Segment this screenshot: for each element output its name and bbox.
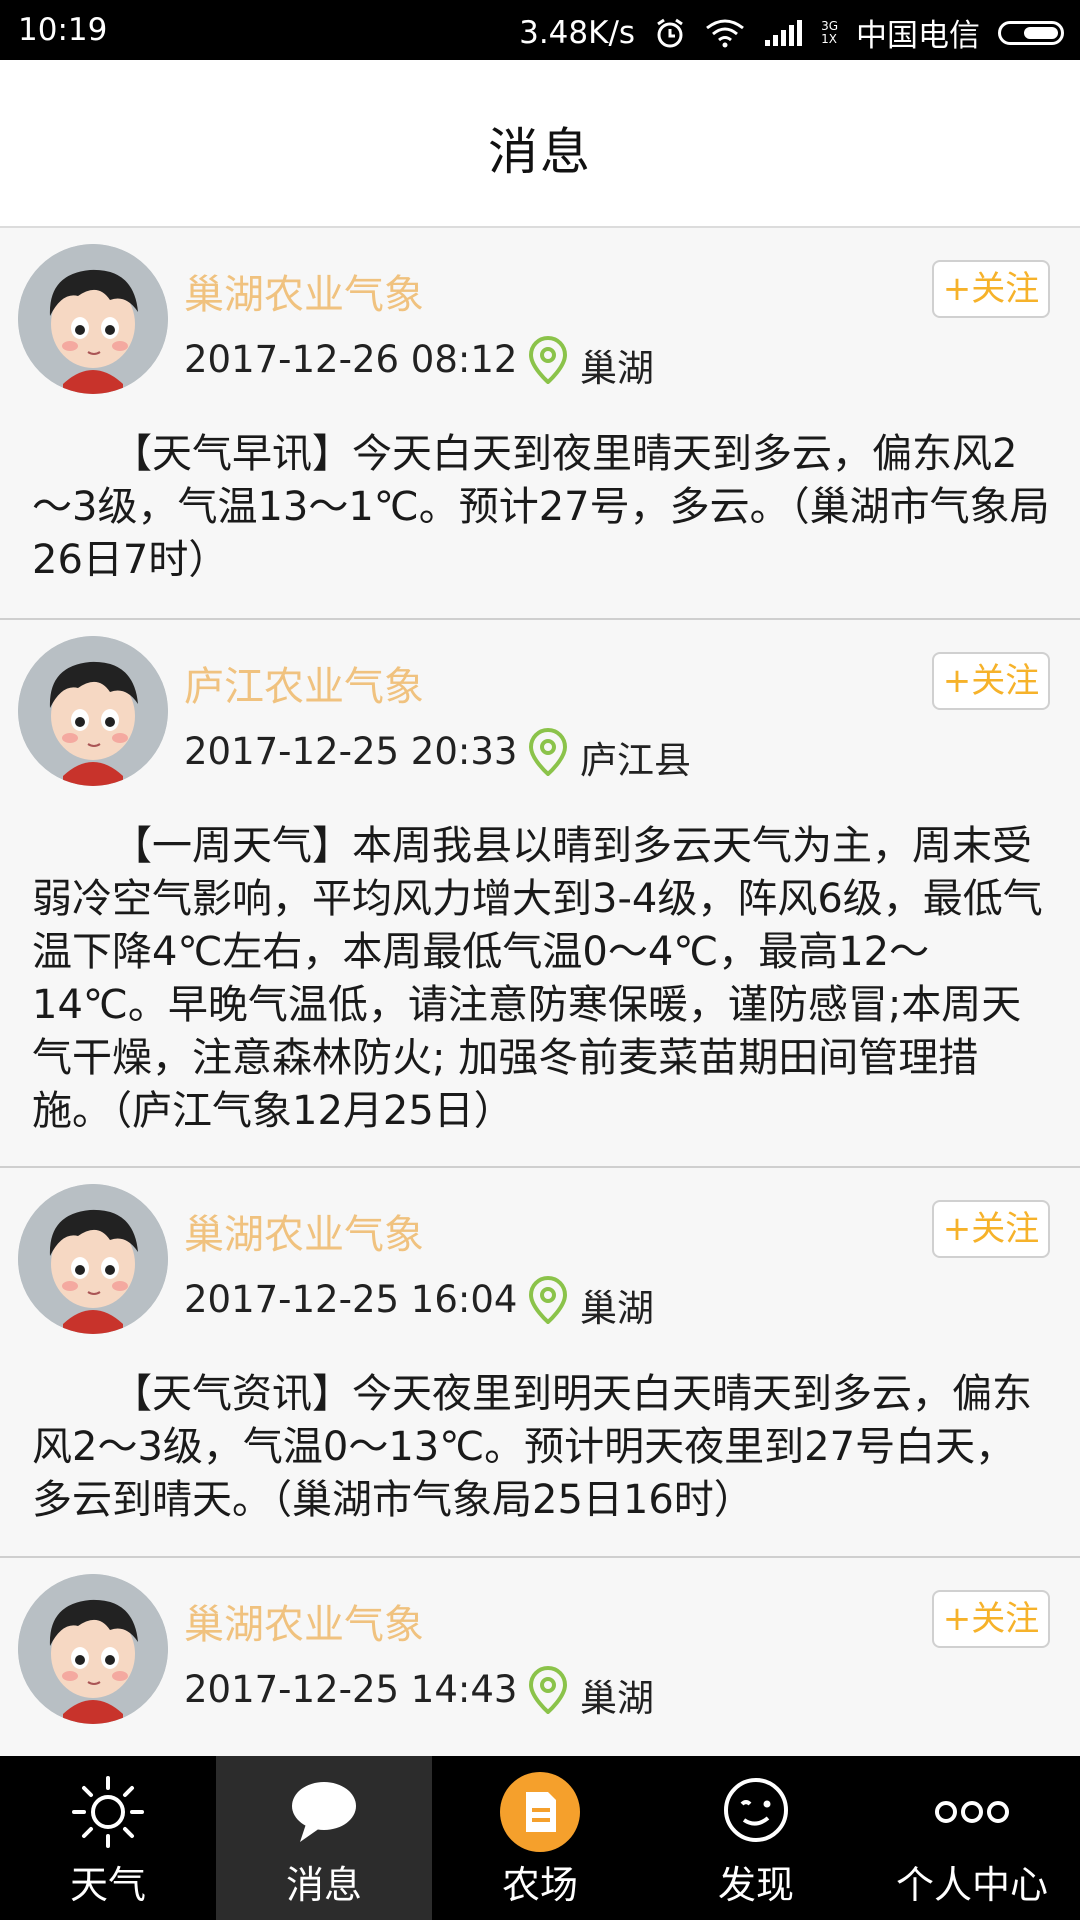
location-pin-icon bbox=[528, 1666, 568, 1714]
follow-button[interactable]: +关注 bbox=[932, 1590, 1050, 1648]
page-title: 消息 bbox=[488, 123, 592, 181]
cartoon-avatar-icon bbox=[18, 1574, 168, 1724]
follow-button[interactable]: +关注 bbox=[932, 1200, 1050, 1258]
avatar[interactable] bbox=[18, 636, 168, 786]
post-location: 巢湖 bbox=[580, 347, 654, 390]
post-time: 2017-12-26 08:12 bbox=[184, 338, 518, 381]
network-speed: 3.48K/s bbox=[519, 14, 636, 51]
avatar[interactable] bbox=[18, 1574, 168, 1724]
signal-icon bbox=[765, 19, 803, 46]
author-name[interactable]: 庐江农业气象 bbox=[184, 654, 424, 712]
post-content[interactable]: 【天气早讯】今天白天到夜里晴天到多云，偏东风2～3级，气温13～1℃。预计27号… bbox=[32, 428, 1050, 587]
post-time: 2017-12-25 20:33 bbox=[184, 730, 518, 773]
post-location: 巢湖 bbox=[580, 1287, 654, 1330]
nav-discover[interactable]: 发现 bbox=[648, 1756, 864, 1920]
nav-messages[interactable]: 消息 bbox=[216, 1756, 432, 1920]
nav-label: 发现 bbox=[717, 1863, 794, 1907]
alarm-icon bbox=[657, 18, 683, 47]
post-content-text: 【天气资讯】今天夜里到明天白天晴天到多云，偏东风2～3级，气温0～13℃。预计明… bbox=[32, 1371, 1032, 1523]
carrier-name: 中国电信 bbox=[856, 18, 980, 54]
battery-icon bbox=[998, 20, 1064, 45]
nav-label: 农场 bbox=[501, 1863, 578, 1907]
network-1x: 1X bbox=[821, 31, 837, 46]
message-feed[interactable]: 巢湖农业气象 2017-12-26 08:12 巢湖 +关注 【天气早讯】今天白… bbox=[0, 228, 1080, 1756]
status-time: 10:19 bbox=[18, 12, 108, 48]
location-pin-icon bbox=[528, 336, 568, 384]
status-bar: 10:19 3.48K/s 3G 1X 中国电信 bbox=[0, 0, 1080, 60]
sun-icon bbox=[72, 1776, 144, 1848]
page-header: 消息 bbox=[0, 60, 1080, 228]
post-content-text: 【一周天气】本周我县以晴到多云天气为主，周末受弱冷空气影响，平均风力增大到3-4… bbox=[32, 823, 1043, 1134]
message-card[interactable]: 巢湖农业气象 2017-12-25 14:43 巢湖 +关注 bbox=[0, 1558, 1080, 1756]
post-location: 庐江县 bbox=[580, 739, 691, 782]
avatar[interactable] bbox=[18, 244, 168, 394]
more-dots-icon bbox=[935, 1801, 1009, 1823]
nav-farm[interactable]: 农场 bbox=[432, 1756, 648, 1920]
post-time: 2017-12-25 14:43 bbox=[184, 1668, 518, 1711]
location-pin-icon bbox=[528, 1276, 568, 1324]
network-3g: 3G bbox=[821, 18, 838, 33]
follow-button[interactable]: +关注 bbox=[932, 260, 1050, 318]
nav-label: 消息 bbox=[285, 1863, 362, 1907]
post-content[interactable]: 【一周天气】本周我县以晴到多云天气为主，周末受弱冷空气影响，平均风力增大到3-4… bbox=[32, 820, 1050, 1138]
message-card[interactable]: 巢湖农业气象 2017-12-25 16:04 巢湖 +关注 【天气资讯】今天夜… bbox=[0, 1168, 1080, 1558]
farm-doc-icon bbox=[500, 1772, 580, 1852]
avatar[interactable] bbox=[18, 1184, 168, 1334]
chat-bubble-icon bbox=[292, 1782, 356, 1842]
location-pin-icon bbox=[528, 728, 568, 776]
message-card[interactable]: 庐江农业气象 2017-12-25 20:33 庐江县 +关注 【一周天气】本周… bbox=[0, 620, 1080, 1168]
nav-profile[interactable]: 个人中心 bbox=[864, 1756, 1080, 1920]
status-right: 3.48K/s 3G 1X 中国电信 bbox=[519, 10, 1064, 55]
nav-label: 天气 bbox=[69, 1863, 146, 1907]
bottom-nav: 天气 消息 农场 发现 个人中心 bbox=[0, 1756, 1080, 1920]
message-card[interactable]: 巢湖农业气象 2017-12-26 08:12 巢湖 +关注 【天气早讯】今天白… bbox=[0, 228, 1080, 620]
network-generation: 3G 1X bbox=[821, 18, 838, 46]
cartoon-avatar-icon bbox=[18, 244, 168, 394]
cartoon-avatar-icon bbox=[18, 636, 168, 786]
wifi-icon bbox=[706, 19, 744, 47]
author-name[interactable]: 巢湖农业气象 bbox=[184, 262, 424, 320]
author-name[interactable]: 巢湖农业气象 bbox=[184, 1592, 424, 1650]
post-content[interactable]: 【天气资讯】今天夜里到明天白天晴天到多云，偏东风2～3级，气温0～13℃。预计明… bbox=[32, 1368, 1050, 1527]
nav-weather[interactable]: 天气 bbox=[0, 1756, 216, 1920]
cartoon-avatar-icon bbox=[18, 1184, 168, 1334]
wink-face-icon bbox=[724, 1778, 788, 1842]
post-content-text: 【天气早讯】今天白天到夜里晴天到多云，偏东风2～3级，气温13～1℃。预计27号… bbox=[32, 431, 1050, 583]
post-location: 巢湖 bbox=[580, 1677, 654, 1720]
follow-button[interactable]: +关注 bbox=[932, 652, 1050, 710]
post-time: 2017-12-25 16:04 bbox=[184, 1278, 518, 1321]
nav-label: 个人中心 bbox=[895, 1863, 1048, 1907]
author-name[interactable]: 巢湖农业气象 bbox=[184, 1202, 424, 1260]
